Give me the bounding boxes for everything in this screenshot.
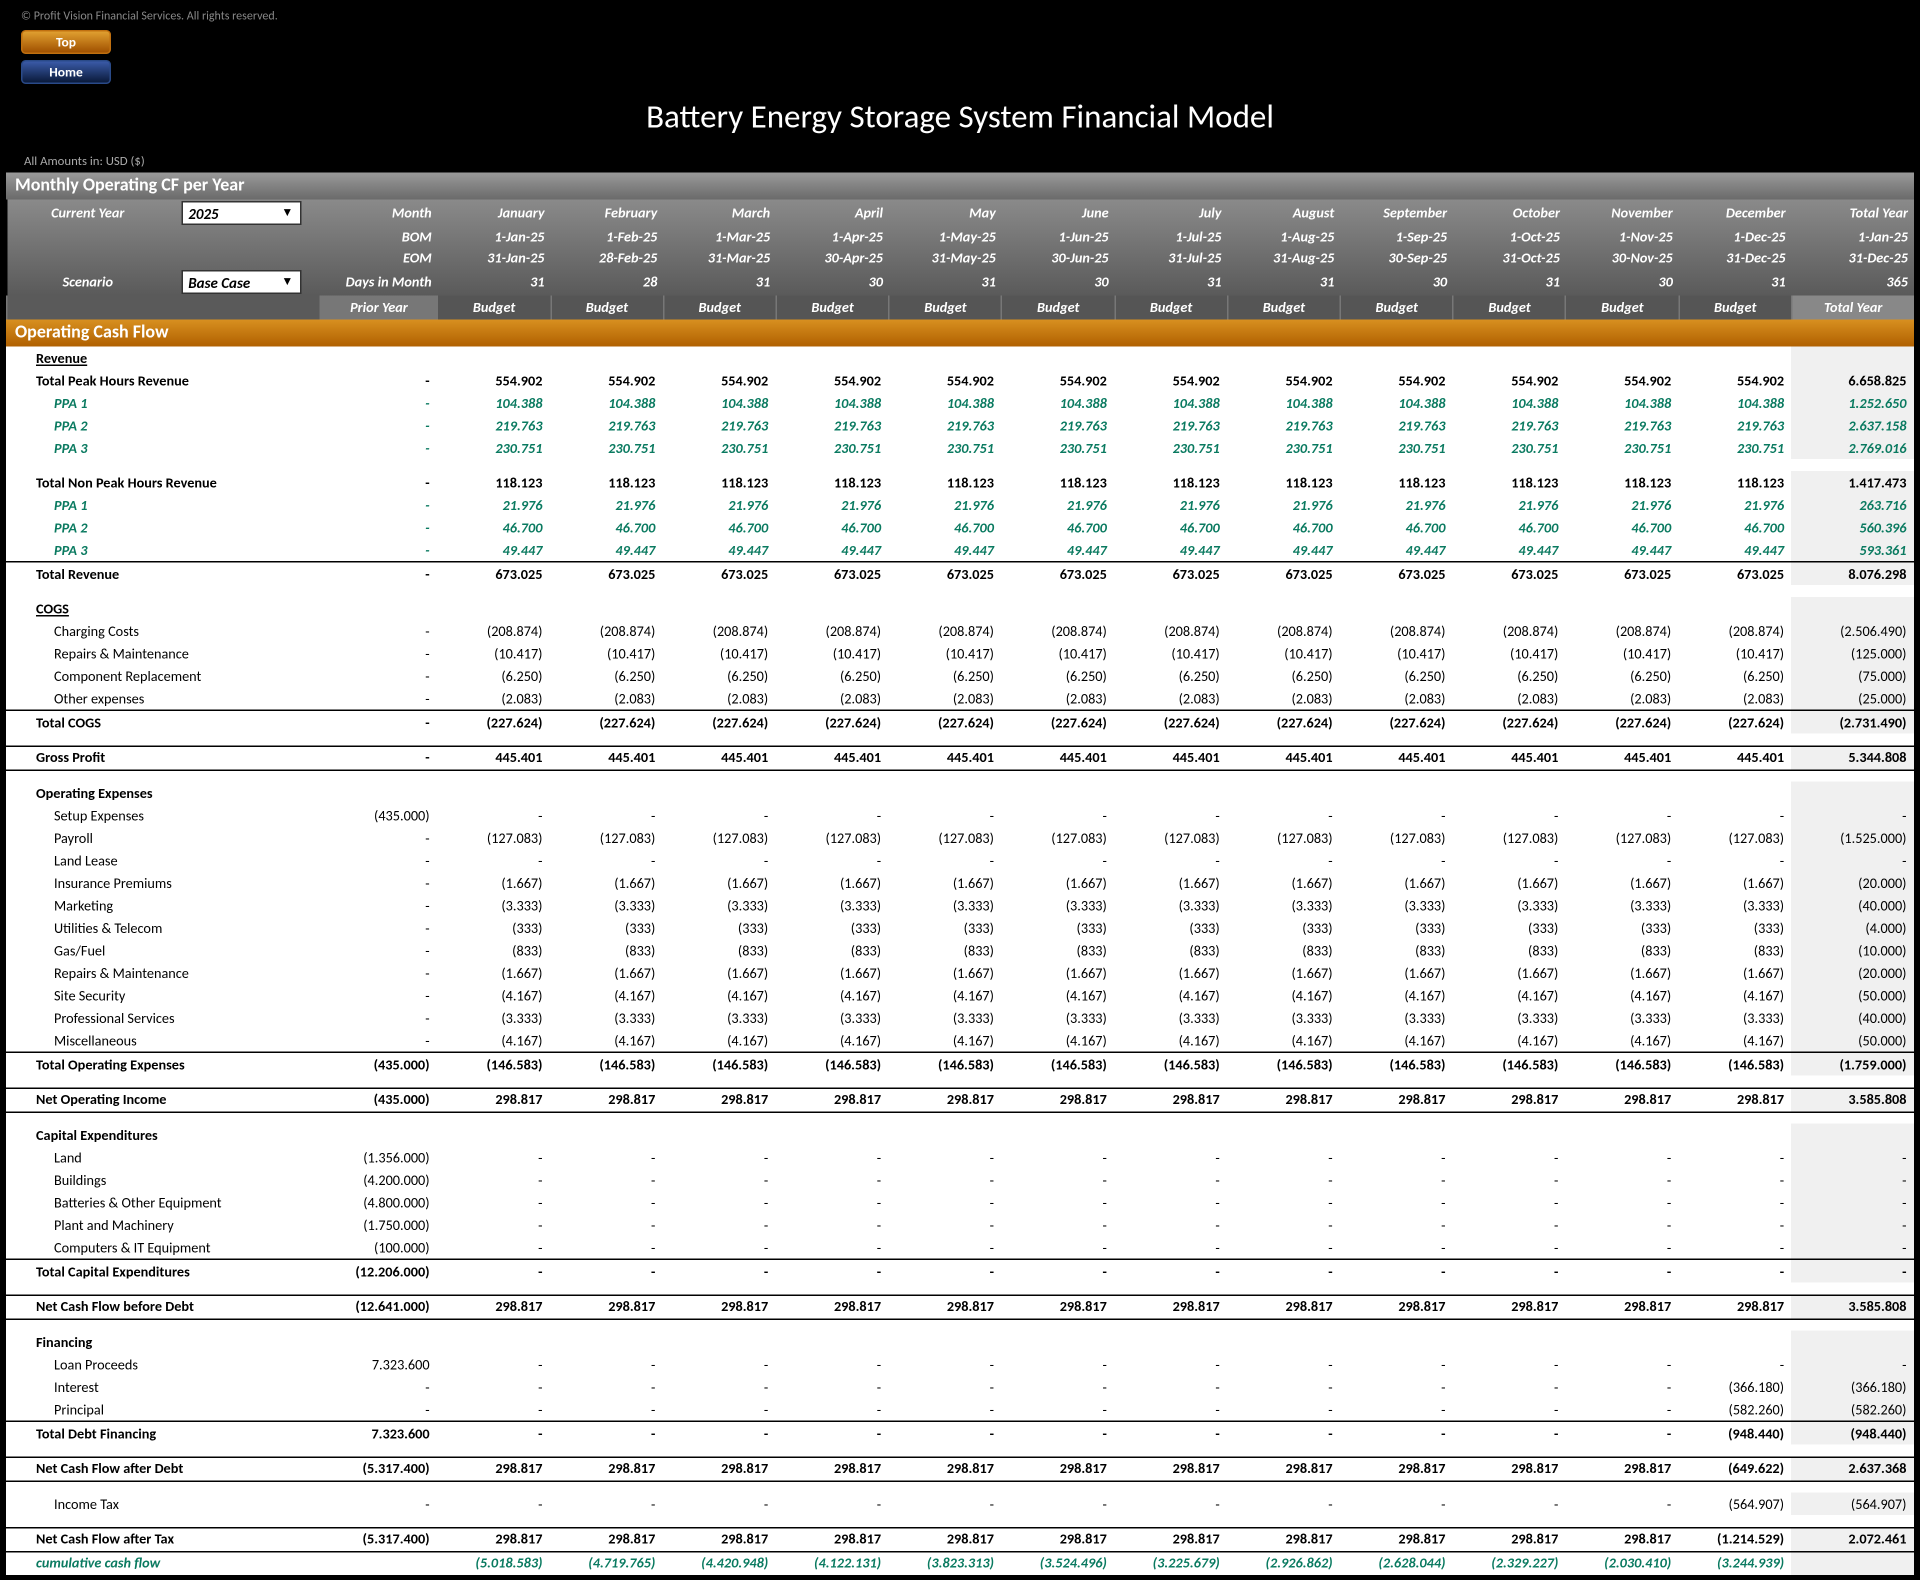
row-label: Computers & IT Equipment bbox=[6, 1236, 320, 1259]
row-label: Gas/Fuel bbox=[6, 939, 320, 962]
row-label: Other expenses bbox=[6, 687, 320, 710]
page-title: Battery Energy Storage System Financial … bbox=[6, 87, 1914, 152]
section-title: Monthly Operating CF per Year bbox=[6, 173, 1914, 200]
row-label: Marketing bbox=[6, 894, 320, 917]
row-label: Component Replacement bbox=[6, 665, 320, 688]
data-table: RevenueTotal Peak Hours Revenue-554.9025… bbox=[6, 347, 1914, 1575]
row-label: Batteries & Other Equipment bbox=[6, 1191, 320, 1214]
row-label: Charging Costs bbox=[6, 620, 320, 643]
row-label: Repairs & Maintenance bbox=[6, 962, 320, 985]
scenario-select[interactable]: Base Case▼ bbox=[181, 270, 301, 294]
ocf-title: Operating Cash Flow bbox=[6, 320, 1914, 347]
top-button[interactable]: Top bbox=[21, 30, 111, 54]
row-label: Net Cash Flow before Debt bbox=[6, 1295, 320, 1319]
row-label: Capital Expenditures bbox=[6, 1124, 320, 1147]
home-button[interactable]: Home bbox=[21, 60, 111, 84]
row-label: Interest bbox=[6, 1376, 320, 1399]
row-label: PPA 2 bbox=[6, 414, 320, 437]
row-label: Gross Profit bbox=[6, 746, 320, 770]
row-label: Total Debt Financing bbox=[6, 1421, 320, 1444]
row-label: Loan Proceeds bbox=[6, 1353, 320, 1376]
row-label: Principal bbox=[6, 1398, 320, 1421]
row-label: Total Peak Hours Revenue bbox=[6, 369, 320, 392]
row-label: COGS bbox=[6, 597, 320, 620]
row-label: Income Tax bbox=[6, 1493, 320, 1516]
row-label: Revenue bbox=[6, 347, 320, 370]
row-label: Total COGS bbox=[6, 710, 320, 733]
row-label: Financing bbox=[6, 1331, 320, 1354]
row-label: Total Revenue bbox=[6, 562, 320, 585]
row-label: PPA 1 bbox=[6, 392, 320, 415]
copyright-text: © Profit Vision Financial Services. All … bbox=[6, 6, 1914, 27]
row-label: Plant and Machinery bbox=[6, 1214, 320, 1237]
row-label: PPA 3 bbox=[6, 539, 320, 562]
row-label: PPA 1 bbox=[6, 494, 320, 517]
row-label: Site Security bbox=[6, 984, 320, 1007]
app-frame: © Profit Vision Financial Services. All … bbox=[0, 0, 1920, 1580]
row-label: Insurance Premiums bbox=[6, 872, 320, 895]
row-label: Total Operating Expenses bbox=[6, 1052, 320, 1075]
row-label: Land Lease bbox=[6, 849, 320, 872]
row-label: Operating Expenses bbox=[6, 782, 320, 805]
row-label: PPA 2 bbox=[6, 516, 320, 539]
header-table: Current Year2025▼MonthJanuaryFebruaryMar… bbox=[6, 200, 1914, 320]
row-label: Utilities & Telecom bbox=[6, 917, 320, 940]
row-label: Repairs & Maintenance bbox=[6, 642, 320, 665]
row-label: Professional Services bbox=[6, 1007, 320, 1030]
row-label: Net Operating Income bbox=[6, 1088, 320, 1112]
amounts-note: All Amounts in: USD ($) bbox=[6, 152, 1914, 173]
current-year-select[interactable]: 2025▼ bbox=[181, 201, 301, 225]
row-label: Land bbox=[6, 1146, 320, 1169]
row-label: Setup Expenses bbox=[6, 804, 320, 827]
row-label: cumulative cash flow bbox=[6, 1551, 320, 1574]
row-label: Payroll bbox=[6, 827, 320, 850]
row-label: Total Capital Expenditures bbox=[6, 1259, 320, 1282]
row-label: Net Cash Flow after Tax bbox=[6, 1527, 320, 1551]
row-label: Net Cash Flow after Debt bbox=[6, 1457, 320, 1481]
row-label: PPA 3 bbox=[6, 437, 320, 460]
row-label: Total Non Peak Hours Revenue bbox=[6, 471, 320, 494]
row-label: Buildings bbox=[6, 1169, 320, 1192]
row-label: Miscellaneous bbox=[6, 1029, 320, 1052]
